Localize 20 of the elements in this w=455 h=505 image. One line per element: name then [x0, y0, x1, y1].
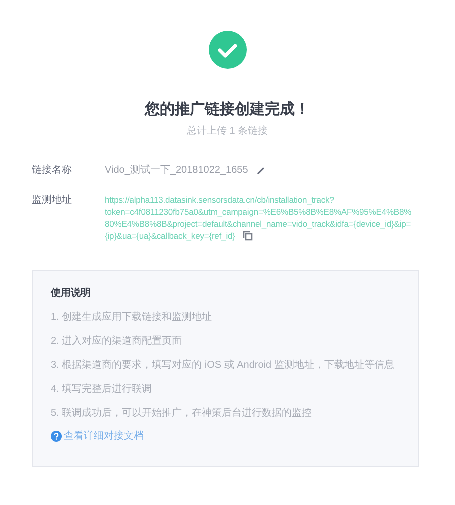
upload-count-text: 总计上传 1 条链接 — [186, 127, 268, 137]
instructions-title: 使用说明 — [51, 289, 92, 299]
field-label: 链接名称 — [32, 164, 73, 177]
instruction-step: 3. 根据渠道商的要求，填写对应的 iOS 或 Android 监测地址，下载地址等信息 — [51, 361, 400, 371]
link-name-text: Vido_测试一下_20181022_1655 — [105, 164, 248, 177]
field-label: 监测地址 — [32, 194, 73, 208]
success-title: 您的推广链接创建完成！ — [145, 102, 310, 117]
tracking-url-text: {ip}&ua={ua}&callback_key={ref_id} — [105, 230, 236, 242]
tracking-url-text: token=c4f0811230fb75a0&utm_campaign=%E6%B5%8B%E8%AF%95%E4%B8% — [105, 206, 412, 218]
tracking-url-text: 80%E4%B8%8B&project=default&channel_name=vido_track&idfa={device_id}&ip= — [105, 218, 412, 230]
success-check-icon — [208, 31, 246, 69]
instruction-step: 4. 填写完整后进行联调 — [51, 385, 400, 395]
copy-icon[interactable] — [243, 231, 254, 241]
tracking-url-text: https://alpha113.datasink.sensorsdata.cn/cb/installation_track? — [105, 194, 334, 206]
instruction-step: 1. 创建生成应用下载链接和监测地址 — [51, 313, 400, 323]
instruction-step: 2. 进入对应的渠道商配置页面 — [51, 337, 400, 347]
instruction-step: 5. 联调成功后，可以开始推广，在神策后台进行数据的监控 — [51, 409, 400, 419]
edit-pencil-icon[interactable] — [256, 166, 266, 176]
docs-link[interactable]: 查看详细对接文档 — [64, 432, 144, 442]
help-icon — [51, 431, 62, 442]
